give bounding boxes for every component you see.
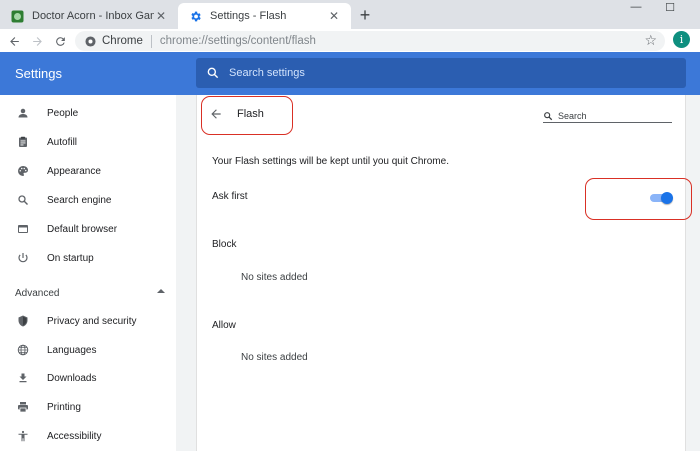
accessibility-icon [16,429,30,443]
sidebar-item-label: Accessibility [47,430,102,442]
sidebar-item-label: People [47,107,79,119]
sidebar-item-accessibility[interactable]: Accessibility [0,422,176,450]
sidebar-item-label: On startup [47,252,94,264]
sidebar-item-appearance[interactable]: Appearance [0,157,176,185]
profile-avatar[interactable]: i [673,31,690,48]
minimize-button[interactable]: — [622,0,650,14]
tab-inbox-games[interactable]: Doctor Acorn - Inbox Games ✕ [0,3,178,29]
tab-title: Doctor Acorn - Inbox Games [32,10,154,22]
settings-title: Settings [15,66,62,81]
browser-toolbar: Chrome chrome://settings/content/flash ☆ [0,29,700,52]
flash-settings-card: Flash Search Your Flash settings will be… [196,95,686,451]
search-icon [16,193,30,207]
maximize-button[interactable]: ☐ [656,0,684,14]
advanced-label: Advanced [15,287,60,299]
tab-strip: Doctor Acorn - Inbox Games ✕ Settings - … [0,0,700,29]
shield-icon [16,314,30,328]
sidebar-item-people[interactable]: People [0,99,176,127]
sidebar-item-label: Printing [47,401,81,413]
tab-title: Settings - Flash [210,10,287,22]
person-icon [16,106,30,120]
back-button[interactable] [4,31,24,51]
printer-icon [16,400,30,414]
block-empty-message: No sites added [241,272,308,283]
sidebar-item-label: Languages [47,344,97,356]
chrome-site-icon [85,35,96,47]
site-name: Chrome [102,35,143,47]
download-icon [16,371,30,385]
search-placeholder: Search [558,110,587,121]
search-settings-input[interactable]: Search settings [196,58,686,88]
settings-sidebar: People Autofill Appearance Search engine… [0,95,176,451]
url-path: settings/content/flash [207,35,316,47]
search-icon [544,111,553,120]
sidebar-item-search-engine[interactable]: Search engine [0,186,176,214]
palette-icon [16,164,30,178]
subpage-search-input[interactable]: Search [543,109,672,123]
caret-up-icon [157,289,165,293]
address-bar[interactable]: Chrome chrome://settings/content/flash ☆ [75,31,665,51]
allow-section-header: Allow [212,320,236,331]
forward-button[interactable] [27,31,47,51]
arrow-right-icon [32,36,42,46]
sidebar-item-default-browser[interactable]: Default browser [0,215,176,243]
sidebar-item-label: Appearance [47,165,101,177]
sidebar-item-languages[interactable]: Languages [0,336,176,364]
clipboard-icon [16,135,30,149]
game-favicon-icon [10,9,24,23]
browser-window-icon [16,222,30,236]
flash-description: Your Flash settings will be kept until y… [212,156,449,167]
star-icon[interactable]: ☆ [644,32,657,49]
settings-header: Settings Search settings [0,52,700,95]
sidebar-item-label: Search engine [47,194,112,206]
search-placeholder: Search settings [229,67,305,79]
arrow-left-icon [9,36,19,46]
settings-gear-icon [188,9,202,23]
advanced-section-toggle[interactable]: Advanced [15,286,165,300]
sidebar-item-label: Downloads [47,372,97,384]
search-icon [207,67,219,79]
new-tab-button[interactable]: + [355,5,375,25]
annotation-outline-flash-title [201,96,293,135]
url-scheme: chrome:// [159,35,208,47]
tab-close-icon[interactable]: ✕ [327,9,341,23]
power-icon [16,251,30,265]
annotation-outline-toggle [585,178,692,220]
block-section-header: Block [212,239,237,250]
allow-empty-message: No sites added [241,352,308,363]
sidebar-item-on-startup[interactable]: On startup [0,244,176,272]
sidebar-item-label: Autofill [47,136,78,148]
omnibox-divider [150,34,152,48]
sidebar-item-downloads[interactable]: Downloads [0,364,176,392]
sidebar-item-autofill[interactable]: Autofill [0,128,176,156]
sidebar-item-printing[interactable]: Printing [0,393,176,421]
tab-settings-flash[interactable]: Settings - Flash ✕ [178,3,351,29]
sidebar-item-privacy-security[interactable]: Privacy and security [0,307,176,335]
reload-button[interactable] [50,31,70,51]
ask-first-label: Ask first [212,191,248,202]
sidebar-item-label: Default browser [47,223,118,235]
tab-close-icon[interactable]: ✕ [154,9,168,23]
sidebar-item-label: Privacy and security [47,315,137,327]
reload-icon [55,36,65,46]
globe-icon [16,343,30,357]
